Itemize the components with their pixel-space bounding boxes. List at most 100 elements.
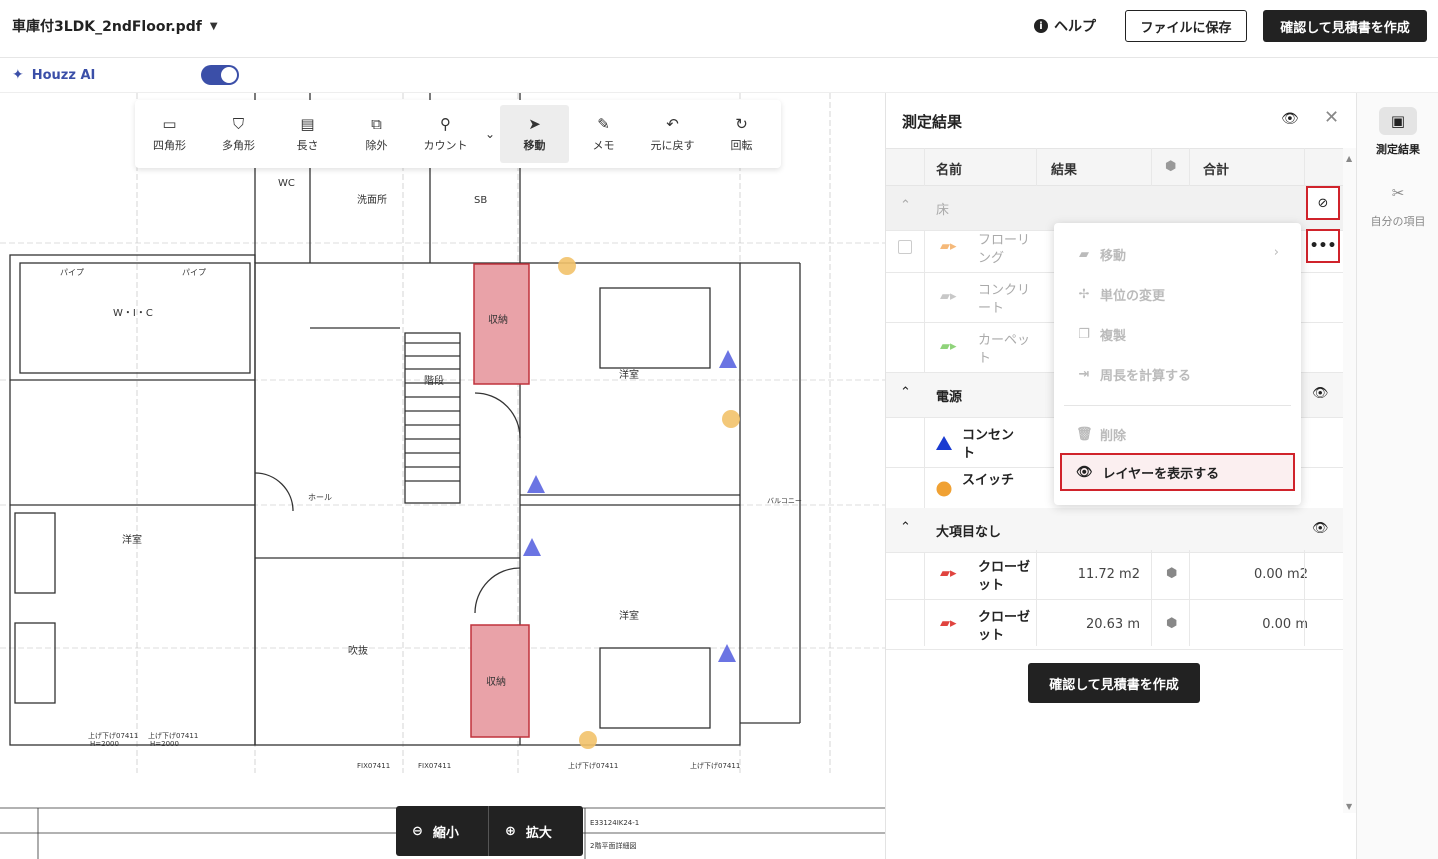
chevron-up-icon[interactable]: ⌃	[900, 198, 911, 213]
copy-icon: ❐	[1078, 327, 1090, 342]
plan-label-washroom: 洗面所	[357, 194, 387, 206]
drawing-toolbar: ▭ 四角形 ⛉ 多角形 ▤ 長さ ⧉ 除外 ⚲ カウント ⌄ ➤ 移動 ✎ メモ ↶ 元に戻す ↻ 回転	[135, 100, 781, 168]
zoom-in-label: 拡大	[525, 825, 552, 841]
tool-pointer[interactable]: ➤ 移動	[500, 105, 569, 163]
plan-label-wic: W・I・C	[113, 308, 153, 319]
ruler-icon: ▤	[300, 115, 315, 133]
caret-down-icon: ▼	[209, 20, 218, 32]
eye-icon: 👁	[1076, 464, 1093, 480]
menu-item-delete[interactable]: 🗑 削除	[1076, 425, 1126, 444]
transform-icon: ✢	[1078, 287, 1090, 302]
folder-icon: ▰	[1079, 247, 1089, 262]
menu-item-duplicate[interactable]: ❐ 複製	[1076, 325, 1126, 344]
chevron-right-icon: ›	[1273, 245, 1279, 260]
plan-label-stairs: 階段	[424, 374, 444, 387]
eye-icon[interactable]: 👁	[1281, 111, 1299, 127]
plan-label-window-3: 上げ下げ07411	[568, 761, 618, 770]
menu-label: レイヤーを表示する	[1102, 466, 1220, 482]
menu-item-perimeter[interactable]: ⇥ 周長を計算する	[1076, 365, 1191, 384]
item-total: 0.00 m	[1262, 617, 1308, 632]
col-name: 名前	[936, 163, 963, 178]
plan-label-sb: SB	[474, 195, 487, 206]
chevron-up-icon[interactable]: ⌃	[900, 385, 911, 400]
layout-icon: ▣	[1379, 107, 1417, 135]
pointer-icon: ➤	[528, 115, 541, 133]
eye-icon[interactable]: 👁	[1312, 386, 1329, 401]
menu-item-change-unit[interactable]: ✢ 単位の変更	[1076, 285, 1165, 304]
group-no-category[interactable]: ⌃ 大項目なし 👁	[886, 508, 1343, 553]
zoom-in-button[interactable]: ⊕ 拡大	[489, 806, 583, 856]
menu-label: 周長を計算する	[1100, 369, 1192, 384]
plan-label-fix-1: FIX07411	[357, 762, 390, 770]
plan-label-pipe-2: パイプ	[182, 268, 206, 277]
group-name: 電源	[936, 390, 963, 405]
count-dropdown-caret-icon[interactable]: ⌄	[480, 127, 500, 141]
panel-title: 測定結果	[902, 113, 963, 131]
tools-icon: ✂	[1391, 184, 1405, 202]
context-menu: ▰ 移動 › ✢ 単位の変更 ❐ 複製 ⇥ 周長を計算する 🗑 削除 👁 レイヤ…	[1054, 223, 1301, 505]
confirm-estimate-button[interactable]: 確認して見積書を作成	[1263, 10, 1427, 42]
menu-item-show-layer[interactable]: 👁 レイヤーを表示する	[1060, 453, 1295, 491]
tool-pen[interactable]: ✎ メモ	[569, 105, 638, 163]
eye-icon[interactable]: 👁	[1312, 521, 1329, 536]
perimeter-icon: ⇥	[1078, 367, 1090, 382]
table-row[interactable]: ▰▸ クローゼット 20.63 m ⬢ 0.00 m	[886, 600, 1343, 650]
more-options-button[interactable]: •••	[1306, 229, 1340, 263]
file-name: 車庫付3LDK_2ndFloor.pdf	[12, 19, 202, 35]
col-result: 結果	[1051, 163, 1078, 178]
menu-label: 移動	[1100, 249, 1127, 264]
hide-layer-toggle[interactable]: ⊘	[1306, 186, 1340, 220]
plan-label-h2000-1: H=2000	[90, 740, 119, 748]
trash-icon: 🗑	[1076, 427, 1093, 442]
tool-exclude[interactable]: ⧉ 除外	[342, 105, 411, 163]
cube-icon[interactable]: ⬢	[1166, 566, 1177, 581]
menu-item-move[interactable]: ▰ 移動	[1076, 245, 1126, 264]
folder-icon: ▰▸	[940, 289, 957, 304]
plan-label-western-room-3: 洋室	[122, 533, 142, 546]
rail-measurements[interactable]: ▣ 測定結果	[1357, 107, 1438, 157]
zoom-out-icon: ⊖	[412, 823, 423, 839]
plan-label-storage-2: 収納	[486, 675, 506, 688]
item-name: コンクリート	[978, 283, 1031, 316]
plan-label-western-room-1: 洋室	[619, 368, 639, 381]
item-name: フローリング	[978, 233, 1031, 266]
zoom-out-button[interactable]: ⊖ 縮小	[396, 806, 489, 856]
tool-count[interactable]: ⚲ カウント	[411, 105, 480, 163]
scroll-down-icon[interactable]: ▼	[1346, 802, 1352, 811]
cube-icon[interactable]: ⬢	[1166, 616, 1177, 631]
col-total: 合計	[1203, 163, 1230, 178]
polygon-icon: ⛉	[232, 115, 245, 133]
panel-scrollbar[interactable]: ▲ ▼	[1343, 148, 1357, 813]
tool-polygon[interactable]: ⛉ 多角形	[204, 105, 273, 163]
rail-label: 測定結果	[1376, 143, 1420, 156]
help-link[interactable]: i ヘルプ	[1034, 16, 1096, 36]
confirm-estimate-button-panel[interactable]: 確認して見積書を作成	[1028, 663, 1200, 703]
file-selector[interactable]: 車庫付3LDK_2ndFloor.pdf ▼	[12, 16, 218, 36]
tool-undo[interactable]: ↶ 元に戻す	[638, 105, 707, 163]
plan-canvas[interactable]: WC 洗面所 SB W・I・C パイプ パイプ 収納 収納 階段 洋室 洋室 洋…	[0, 93, 885, 859]
tool-label: メモ	[592, 139, 615, 152]
help-label: ヘルプ	[1054, 19, 1096, 35]
plan-label-western-room-2: 洋室	[619, 609, 639, 622]
plan-label-wc: WC	[278, 178, 295, 189]
plan-label-fix-2: FIX07411	[418, 762, 451, 770]
tool-label: 回転	[730, 139, 753, 152]
tool-ruler[interactable]: ▤ 長さ	[273, 105, 342, 163]
scroll-up-icon[interactable]: ▲	[1346, 154, 1352, 163]
houzz-ai-toggle[interactable]	[201, 65, 239, 85]
row-checkbox[interactable]	[898, 240, 912, 254]
save-to-file-button[interactable]: ファイルに保存	[1125, 10, 1247, 42]
table-row[interactable]: ▰▸ クローゼット 11.72 m2 ⬢ 0.00 m2	[886, 550, 1343, 600]
chevron-up-icon[interactable]: ⌃	[900, 520, 911, 535]
folder-icon: ▰▸	[940, 239, 957, 254]
plan-label-atrium: 吹抜	[348, 644, 368, 657]
tool-rotate[interactable]: ↻ 回転	[707, 105, 776, 163]
close-icon[interactable]: ✕	[1324, 107, 1339, 128]
tool-rectangle[interactable]: ▭ 四角形	[135, 105, 204, 163]
plan-label-storage-1: 収納	[488, 313, 508, 326]
item-result: 20.63 m	[1085, 617, 1140, 632]
tool-label: 多角形	[222, 139, 255, 152]
rail-my-items[interactable]: ✂ 自分の項目	[1357, 179, 1438, 229]
count-icon: ⚲	[440, 115, 451, 133]
houzz-ai-text: Houzz AI	[31, 67, 96, 83]
